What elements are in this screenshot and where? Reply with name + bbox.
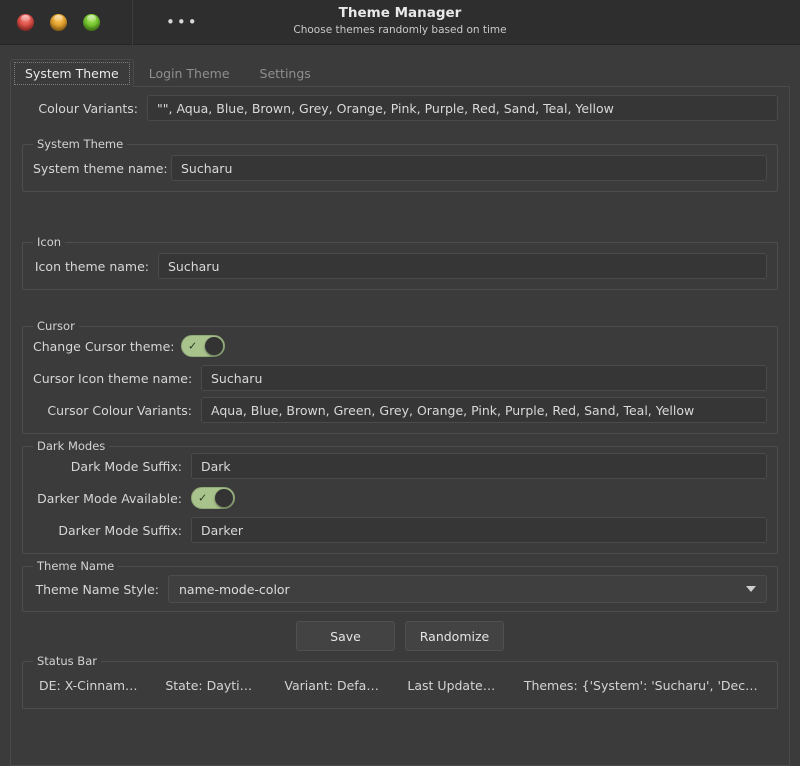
- empty-region: [17, 192, 783, 242]
- system-theme-name-label: System theme name:: [33, 160, 168, 176]
- change-cursor-theme-toggle[interactable]: ✓: [181, 335, 225, 357]
- status-bar: DE: X-Cinnamon, State: Daytime, Variant:…: [23, 662, 777, 708]
- check-icon: ✓: [188, 339, 198, 353]
- system-theme-group: System Theme System theme name: Sucharu: [22, 137, 778, 192]
- toggle-knob: [215, 489, 233, 507]
- icon-group: Icon Icon theme name: Sucharu: [22, 235, 778, 290]
- theme-name-style-label: Theme Name Style:: [35, 581, 159, 597]
- cursor-group: Cursor Change Cursor theme: ✓ Cursor Ico…: [22, 319, 778, 434]
- tab-system-theme[interactable]: System Theme: [10, 59, 134, 87]
- tab-system-theme-label: System Theme: [25, 66, 119, 81]
- tab-content-system-theme: Colour Variants: "", Aqua, Blue, Brown, …: [10, 87, 790, 766]
- darker-mode-available-label: Darker Mode Available:: [37, 490, 182, 506]
- status-item-de: DE: X-Cinnamon,: [39, 677, 145, 693]
- change-cursor-theme-label: Change Cursor theme:: [33, 338, 175, 354]
- randomize-button[interactable]: Randomize: [405, 621, 504, 651]
- colour-variants-row: Colour Variants: "", Aqua, Blue, Brown, …: [17, 95, 783, 121]
- change-cursor-theme-row: Change Cursor theme: ✓: [33, 333, 767, 359]
- system-theme-legend: System Theme: [33, 137, 128, 151]
- close-button[interactable]: [17, 13, 34, 31]
- theme-name-style-row: Theme Name Style: name-mode-color: [33, 575, 767, 603]
- dark-mode-suffix-row: Dark Mode Suffix: Dark: [33, 453, 767, 479]
- save-button[interactable]: Save: [296, 621, 395, 651]
- tab-settings-label: Settings: [259, 66, 311, 81]
- cursor-icon-theme-name-input[interactable]: Sucharu: [201, 365, 767, 391]
- minimize-button[interactable]: [50, 13, 67, 31]
- theme-name-style-select[interactable]: name-mode-color: [168, 575, 767, 603]
- titlebar-divider: [132, 0, 133, 45]
- cursor-icon-theme-name-label: Cursor Icon theme name:: [33, 370, 193, 386]
- darker-mode-suffix-row: Darker Mode Suffix: Darker: [33, 517, 767, 543]
- system-theme-name-input[interactable]: Sucharu: [171, 155, 767, 181]
- toggle-knob: [205, 337, 223, 355]
- cursor-icon-theme-name-row: Cursor Icon theme name: Sucharu: [33, 365, 767, 391]
- dark-mode-suffix-input[interactable]: Dark: [191, 453, 767, 479]
- status-item-last-updated: Last Updated: ,: [407, 677, 503, 693]
- darker-mode-available-toggle[interactable]: ✓: [191, 487, 235, 509]
- status-item-variant: Variant: Default,: [284, 677, 387, 693]
- overflow-menu-icon[interactable]: •••: [166, 14, 199, 30]
- theme-manager-window: ••• Theme Manager Choose themes randomly…: [0, 0, 800, 766]
- system-theme-name-row: System theme name: Sucharu: [33, 155, 767, 181]
- theme-name-legend: Theme Name: [33, 559, 119, 573]
- check-icon: ✓: [198, 491, 208, 505]
- tab-settings[interactable]: Settings: [245, 59, 326, 87]
- window-controls: •••: [0, 0, 199, 45]
- cursor-colour-variants-label: Cursor Colour Variants:: [47, 402, 192, 418]
- status-item-state: State: Daytime,: [165, 677, 264, 693]
- tab-login-theme[interactable]: Login Theme: [134, 59, 245, 87]
- icon-theme-name-input[interactable]: Sucharu: [158, 253, 767, 279]
- icon-theme-name-row: Icon theme name: Sucharu: [33, 253, 767, 279]
- icon-cursor-spacer: [17, 290, 783, 326]
- darker-mode-available-row: Darker Mode Available: ✓: [33, 485, 767, 511]
- icon-legend: Icon: [33, 235, 66, 249]
- tab-login-theme-label: Login Theme: [148, 66, 230, 81]
- icon-theme-name-label: Icon theme name:: [34, 258, 149, 274]
- colour-variants-label: Colour Variants:: [38, 100, 138, 116]
- status-item-themes: Themes: {'System': 'Sucharu', 'Decor...: [523, 677, 769, 693]
- dark-modes-legend: Dark Modes: [33, 439, 110, 453]
- status-bar-group: Status Bar DE: X-Cinnamon, State: Daytim…: [22, 654, 778, 709]
- theme-name-group: Theme Name Theme Name Style: name-mode-c…: [22, 559, 778, 612]
- dark-modes-group: Dark Modes Dark Mode Suffix: Dark Darker…: [22, 439, 778, 554]
- dark-mode-suffix-label: Dark Mode Suffix:: [70, 458, 182, 474]
- theme-name-style-value: name-mode-color: [179, 581, 290, 597]
- chevron-down-icon: [746, 586, 756, 592]
- titlebar: ••• Theme Manager Choose themes randomly…: [0, 0, 800, 45]
- darker-mode-suffix-input[interactable]: Darker: [191, 517, 767, 543]
- darker-mode-suffix-label: Darker Mode Suffix:: [58, 522, 182, 538]
- cursor-colour-variants-input[interactable]: Aqua, Blue, Brown, Green, Grey, Orange, …: [201, 397, 767, 423]
- cursor-legend: Cursor: [33, 319, 79, 333]
- action-button-row: Save Randomize: [17, 612, 783, 659]
- cursor-colour-variants-row: Cursor Colour Variants: Aqua, Blue, Brow…: [33, 397, 767, 423]
- status-bar-legend: Status Bar: [33, 654, 101, 668]
- maximize-button[interactable]: [83, 13, 100, 31]
- tab-bar: System Theme Login Theme Settings: [10, 57, 790, 87]
- colour-variants-input[interactable]: "", Aqua, Blue, Brown, Grey, Orange, Pin…: [147, 95, 778, 121]
